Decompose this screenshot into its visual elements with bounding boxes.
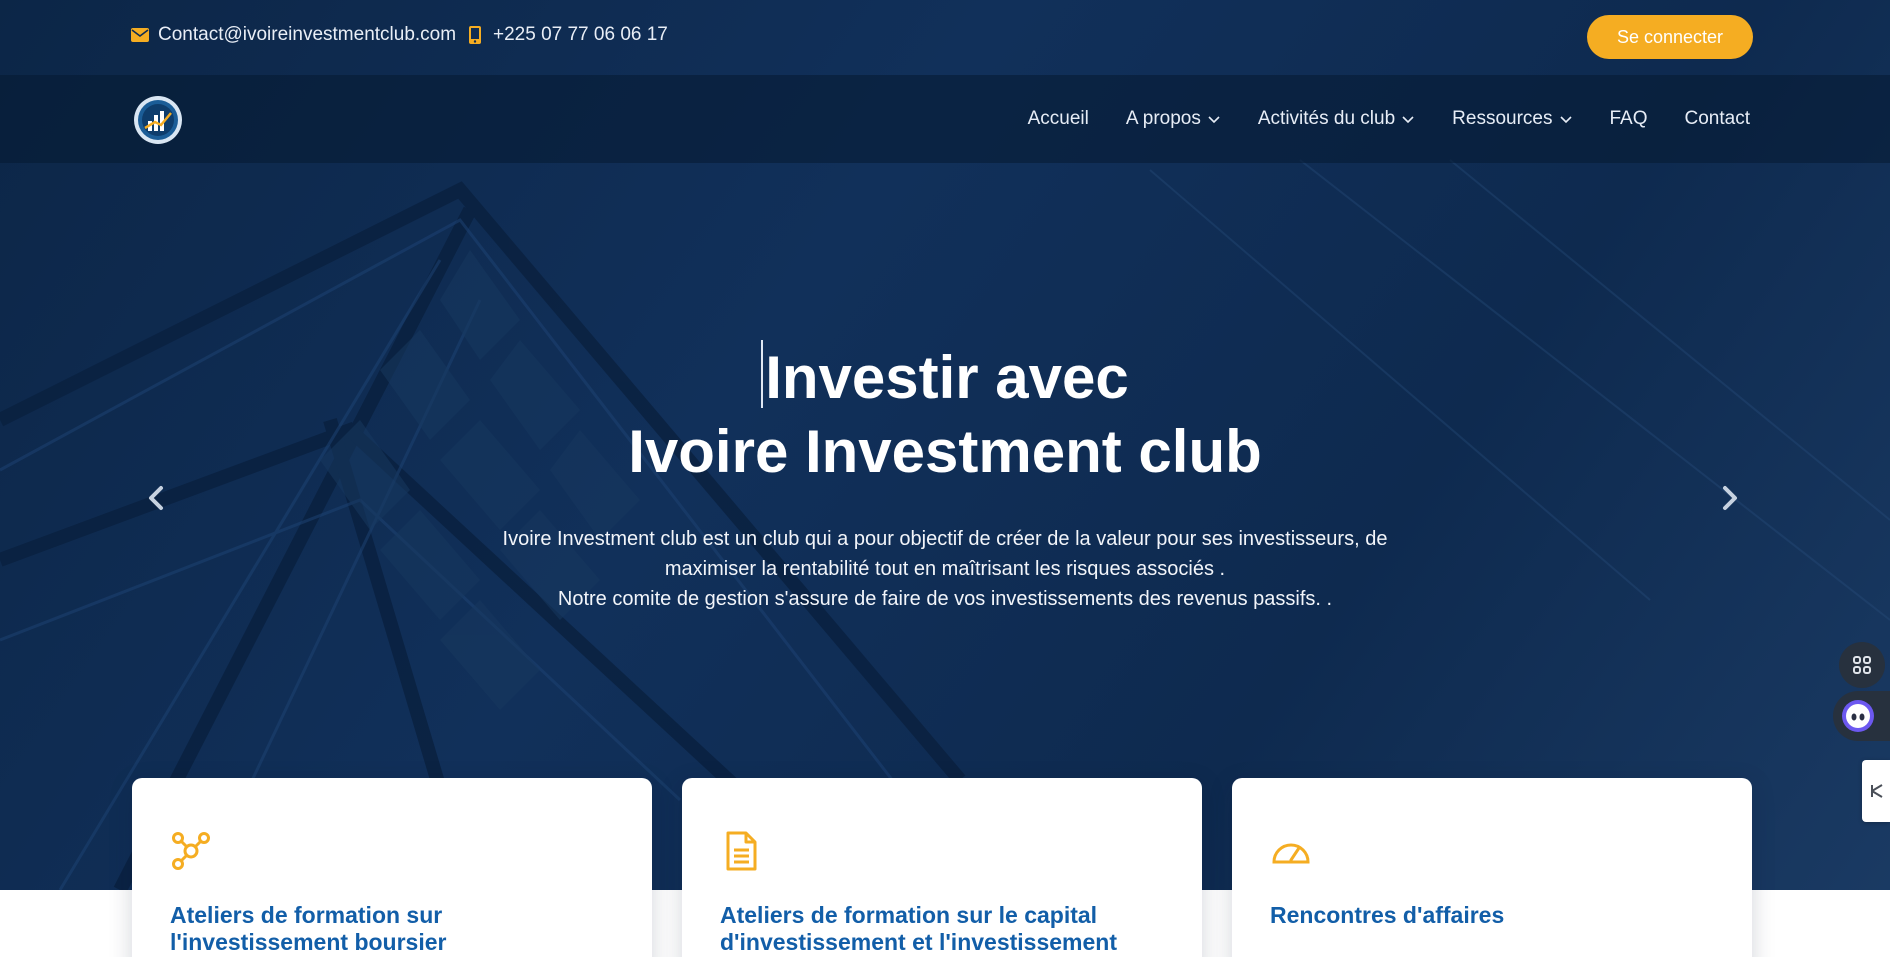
carousel-next-arrow-icon[interactable] — [1709, 478, 1749, 518]
phone-icon — [465, 25, 485, 45]
nav-links: Accueil A propos Activités du club Resso… — [1028, 75, 1750, 163]
nav-item-activites[interactable]: Activités du club — [1258, 108, 1415, 130]
hero-text-line-3: Notre comite de gestion s'assure de fair… — [557, 588, 1333, 610]
hero-title-line-1: Investir avec — [0, 340, 1890, 415]
card-title: Rencontres d'affaires — [1270, 902, 1505, 928]
feature-card-rencontres[interactable]: Rencontres d'affaires — [1232, 778, 1752, 957]
chevron-down-icon — [1559, 116, 1572, 124]
side-widget-grid[interactable] — [1839, 642, 1885, 688]
side-widget-assistant[interactable] — [1833, 691, 1890, 741]
phone-text[interactable]: +225 07 77 06 06 17 — [493, 24, 668, 46]
nav-label: Accueil — [1027, 108, 1089, 129]
side-tab-collapse[interactable] — [1862, 760, 1890, 822]
card-title: Ateliers de formation sur le capital d'i… — [720, 902, 1117, 955]
chevron-down-icon — [1402, 116, 1414, 124]
document-icon — [726, 831, 757, 871]
chevron-down-icon — [1208, 116, 1220, 124]
nav-label: Activités du club — [1257, 108, 1396, 129]
sidebar-toggle-icon — [1871, 784, 1883, 798]
hero-text-line-2: maximiser la rentabilité tout en maîtris… — [664, 558, 1226, 580]
hero-title: Investir avec Ivoire Investment club — [0, 340, 1890, 489]
nav-label: Contact — [1684, 108, 1750, 129]
grid-icon — [1853, 656, 1871, 674]
network-nodes-icon — [172, 832, 210, 870]
nav-item-a-propos[interactable]: A propos — [1126, 108, 1221, 130]
feature-card-bourse[interactable]: Ateliers de formation sur l'investisseme… — [132, 778, 652, 957]
login-button[interactable]: Se connecter — [1587, 15, 1753, 59]
nav-item-ressources[interactable]: Ressources — [1452, 108, 1572, 130]
robot-face-icon — [1842, 700, 1874, 732]
nav-label: FAQ — [1609, 108, 1648, 129]
hero-text-line-1: Ivoire Investment club est un club qui a… — [502, 528, 1388, 550]
nav-label: A propos — [1125, 108, 1201, 129]
hero-section: Contact@ivoireinvestmentclub.com +225 07… — [0, 0, 1890, 890]
speedometer-icon — [1272, 843, 1310, 864]
phone-contact[interactable]: +225 07 77 06 06 17 — [465, 24, 668, 46]
nav-item-faq[interactable]: FAQ — [1610, 108, 1648, 130]
nav-item-accueil[interactable]: Accueil — [1028, 108, 1089, 130]
hero-title-line-2: Ivoire Investment club — [628, 418, 1262, 485]
nav-label: Ressources — [1452, 108, 1553, 129]
hero-description: Ivoire Investment club est un club qui a… — [445, 524, 1445, 614]
nav-item-contact[interactable]: Contact — [1685, 108, 1750, 130]
envelope-icon — [130, 25, 150, 45]
text-caret — [761, 340, 764, 408]
card-title: Ateliers de formation sur l'investisseme… — [170, 902, 447, 955]
top-contact-bar: Contact@ivoireinvestmentclub.com +225 07… — [0, 0, 1890, 75]
email-text[interactable]: Contact@ivoireinvestmentclub.com — [158, 24, 456, 46]
feature-card-capital[interactable]: Ateliers de formation sur le capital d'i… — [682, 778, 1202, 957]
carousel-prev-arrow-icon[interactable] — [137, 478, 177, 518]
email-contact[interactable]: Contact@ivoireinvestmentclub.com — [130, 24, 456, 46]
club-logo[interactable] — [133, 95, 183, 145]
main-navbar: Accueil A propos Activités du club Resso… — [0, 75, 1890, 163]
